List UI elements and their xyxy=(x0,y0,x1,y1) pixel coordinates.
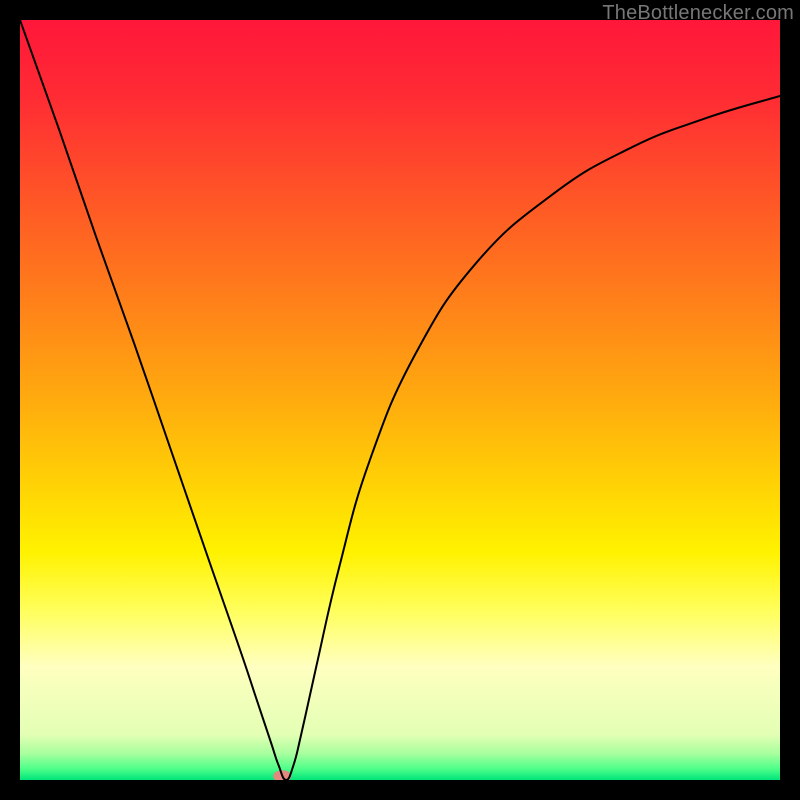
attribution-text: TheBottlenecker.com xyxy=(602,2,794,25)
bottleneck-chart xyxy=(20,20,780,780)
chart-frame: TheBottlenecker.com xyxy=(0,0,800,800)
plot-background xyxy=(20,20,780,780)
